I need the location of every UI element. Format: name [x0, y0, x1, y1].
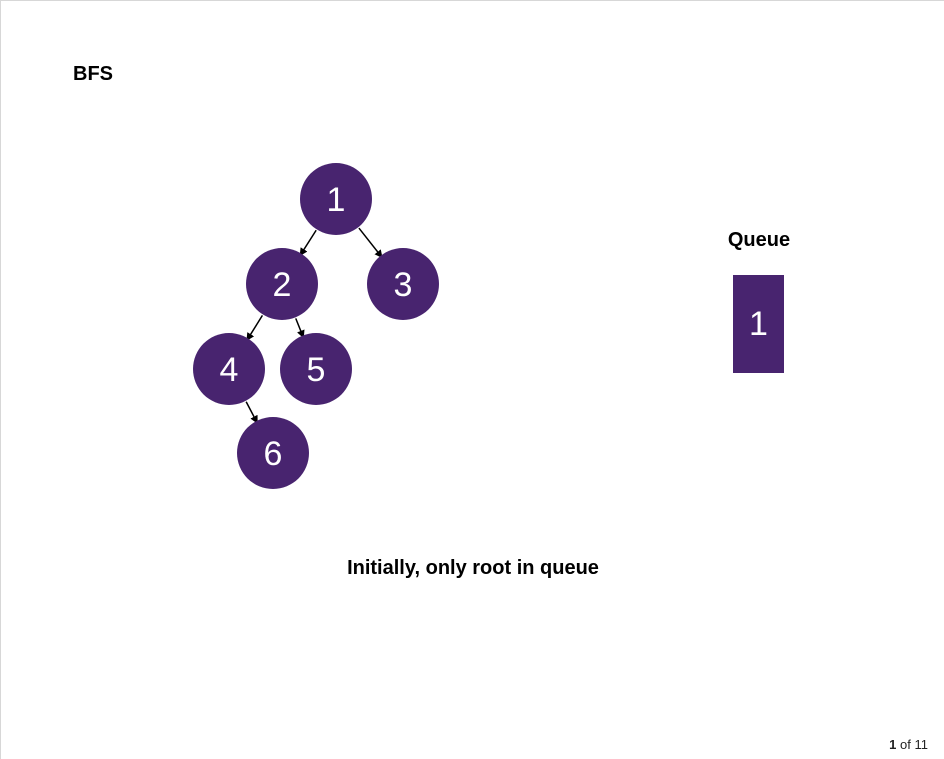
tree-node-3: 3 [367, 248, 439, 320]
queue-item: 1 [733, 275, 784, 373]
slide-caption: Initially, only root in queue [347, 557, 599, 579]
slide: BFS 123456 Queue 1 Initially, only root … [0, 0, 944, 759]
tree-diagram: 1 2 3 4 5 6 [193, 163, 439, 489]
page-indicator: 1 of 11 [889, 737, 928, 752]
queue-title: Queue [727, 229, 791, 251]
node-label: 5 [307, 351, 326, 389]
node-label: 6 [264, 435, 283, 473]
edge-1-3 [358, 227, 383, 259]
page-total: 11 [914, 737, 929, 752]
node-label: 2 [273, 266, 292, 304]
edge-2-5 [295, 318, 305, 339]
node-label: 4 [220, 351, 239, 389]
tree-nodes: 1 2 3 4 5 6 [193, 163, 439, 489]
node-label: 1 [327, 181, 346, 219]
tree-node-2: 2 [246, 248, 318, 320]
tree-node-4: 4 [193, 333, 265, 405]
tree-node-6: 6 [237, 417, 309, 489]
page-current: 1 [889, 737, 897, 752]
node-label: 3 [394, 266, 413, 304]
edge-2-4 [246, 314, 264, 341]
tree-node-5: 5 [280, 333, 352, 405]
edge-4-6 [245, 401, 258, 424]
tree-node-1: 1 [300, 163, 372, 235]
edge-1-2 [299, 229, 317, 257]
page-of-label: of [900, 737, 911, 752]
